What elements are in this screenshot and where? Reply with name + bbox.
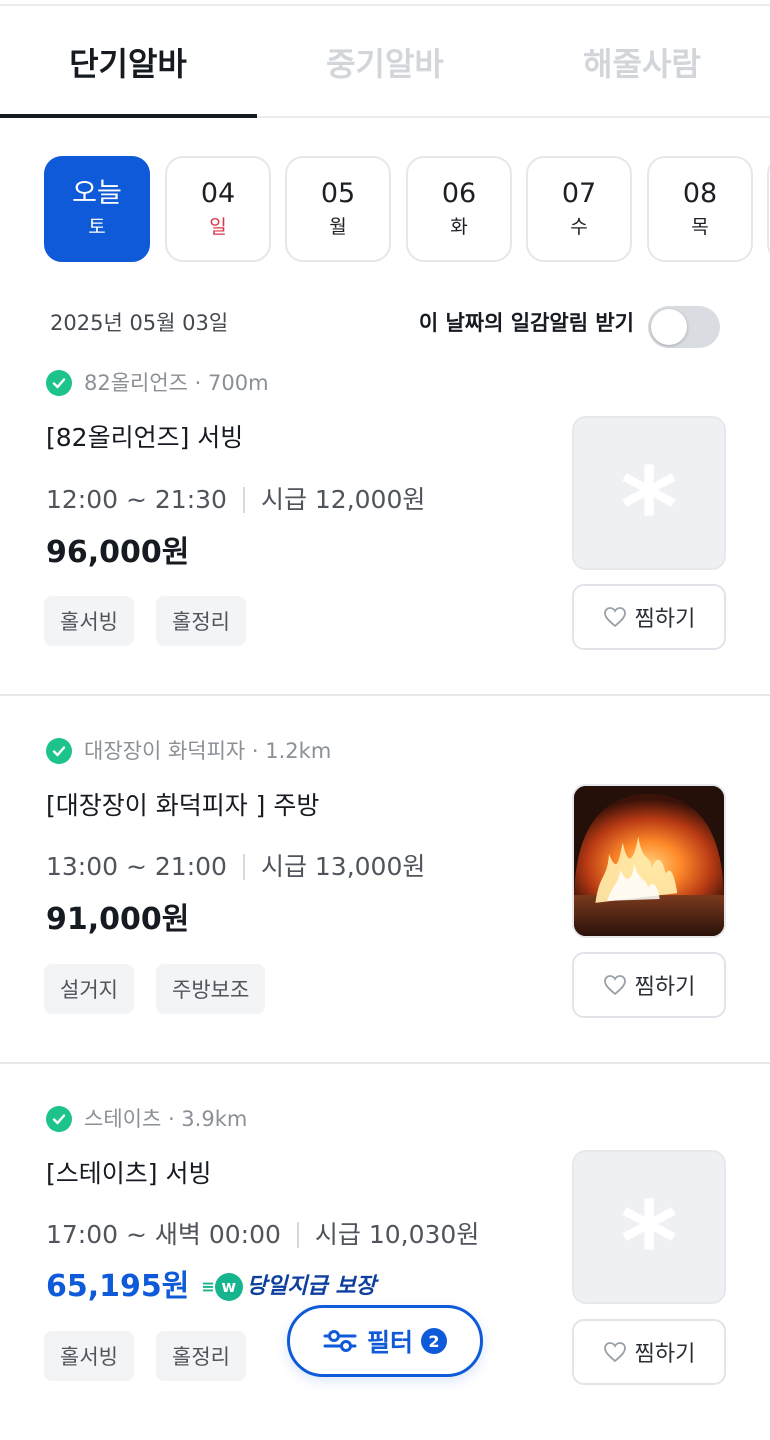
toggle-knob <box>651 309 687 345</box>
divider <box>242 854 245 880</box>
date-chip-day: 05 <box>320 178 356 209</box>
job-total-pay: 65,195원 ≡ w 당일지급 보장 <box>46 1267 376 1307</box>
like-button[interactable]: 찜하기 <box>572 952 726 1018</box>
heart-outline-icon <box>603 1342 626 1363</box>
sliders-icon <box>323 1330 357 1352</box>
active-tab-indicator <box>0 114 257 118</box>
date-chip[interactable]: 06 화 <box>406 156 512 262</box>
company-name-distance: 스테이츠 · 3.9km <box>84 1107 248 1131</box>
verified-check-icon <box>46 1106 72 1132</box>
date-chip-weekday: 월 <box>329 216 347 238</box>
pay-amount: 96,000원 <box>46 535 190 570</box>
job-card[interactable]: 대장장이 화덕피자 · 1.2km [대장장이 화덕피자 ] 주방 13:00 … <box>0 696 770 1064</box>
same-day-pay-label: 당일지급 보장 <box>246 1274 376 1299</box>
date-chip-day: 06 <box>441 178 477 209</box>
verified-check-icon <box>46 370 72 396</box>
job-schedule: 17:00 ~ 새벽 00:00 시급 10,030원 <box>46 1217 479 1253</box>
filter-count-badge: 2 <box>421 1328 447 1354</box>
date-chip-today[interactable]: 오늘 토 <box>44 156 150 262</box>
job-card[interactable]: 스테이츠 · 3.9km [스테이츠] 서빙 17:00 ~ 새벽 00:00 … <box>0 1064 770 1440</box>
asterisk-icon: * <box>620 444 678 570</box>
date-chip[interactable]: 07 수 <box>526 156 632 262</box>
job-tag: 홀서빙 <box>44 596 134 646</box>
job-thumbnail-placeholder: * <box>572 1150 726 1304</box>
job-time: 12:00 ~ 21:30 <box>46 485 227 514</box>
job-type-tabs: 단기알바 중기알바 해줄사람 <box>0 6 770 118</box>
date-chip-weekday: 목 <box>691 216 709 238</box>
pizza-oven-image <box>574 786 724 936</box>
divider <box>296 1222 299 1248</box>
job-company: 82올리언즈 · 700m <box>46 368 269 398</box>
job-company: 대장장이 화덕피자 · 1.2km <box>46 736 331 766</box>
heart-outline-icon <box>603 975 626 996</box>
job-thumbnail-pizza-oven <box>572 784 726 938</box>
job-time: 13:00 ~ 21:00 <box>46 852 227 881</box>
job-wage: 시급 10,030원 <box>314 1220 480 1249</box>
same-day-pay-badge: ≡ w 당일지급 보장 <box>201 1267 376 1307</box>
job-total-pay: 91,000원 <box>46 900 189 940</box>
like-button[interactable]: 찜하기 <box>572 1319 726 1385</box>
job-card[interactable]: 82올리언즈 · 700m [82올리언즈] 서빙 12:00 ~ 21:30 … <box>0 350 770 696</box>
like-label: 찜하기 <box>634 607 696 632</box>
date-alert-label: 이 날짜의 일감알림 받기 <box>418 311 634 335</box>
w-logo-icon: w <box>214 1273 243 1301</box>
like-label: 찜하기 <box>634 975 696 1000</box>
company-name-distance: 대장장이 화덕피자 · 1.2km <box>84 739 332 763</box>
job-time: 17:00 ~ 새벽 00:00 <box>46 1220 281 1249</box>
date-chip-day: 오늘 <box>72 178 122 209</box>
like-button[interactable]: 찜하기 <box>572 584 726 650</box>
job-total-pay: 96,000원 <box>46 533 189 573</box>
date-chip-day: 04 <box>200 178 236 209</box>
job-schedule: 13:00 ~ 21:00 시급 13,000원 <box>46 849 425 885</box>
like-label: 찜하기 <box>634 1342 696 1367</box>
selected-date-label: 2025년 05월 03일 <box>50 311 229 335</box>
job-wage: 시급 13,000원 <box>260 852 426 881</box>
job-tag: 주방보조 <box>156 964 266 1014</box>
date-selector: 오늘 토 04 일 05 월 06 화 07 수 08 목 <box>44 156 770 264</box>
date-chip[interactable]: 05 월 <box>285 156 391 262</box>
pay-amount: 65,195원 <box>46 1269 190 1304</box>
date-chip[interactable]: 04 일 <box>165 156 271 262</box>
filter-button[interactable]: 필터 2 <box>287 1305 483 1377</box>
heart-outline-icon <box>603 607 626 628</box>
job-tag: 홀서빙 <box>44 1331 134 1381</box>
verified-check-icon <box>46 738 72 764</box>
divider <box>242 487 245 513</box>
tab-mid-term[interactable]: 중기알바 <box>257 6 513 118</box>
asterisk-icon: * <box>620 1178 678 1304</box>
job-tag: 설거지 <box>44 964 134 1014</box>
company-name-distance: 82올리언즈 · 700m <box>84 371 269 395</box>
tab-short-term[interactable]: 단기알바 <box>0 6 256 118</box>
date-chip[interactable]: 08 목 <box>647 156 753 262</box>
job-title: [대장장이 화덕피자 ] 주방 <box>46 791 320 820</box>
job-wage: 시급 12,000원 <box>260 485 426 514</box>
job-tag: 홀정리 <box>156 1331 246 1381</box>
job-company: 스테이츠 · 3.9km <box>46 1104 247 1134</box>
job-thumbnail-placeholder: * <box>572 416 726 570</box>
date-chip-day: 07 <box>561 178 597 209</box>
date-chip-weekday: 화 <box>450 216 468 238</box>
pay-amount: 91,000원 <box>46 902 190 937</box>
filter-label: 필터 <box>366 1328 413 1357</box>
job-title: [82올리언즈] 서빙 <box>46 423 244 452</box>
job-tag: 홀정리 <box>156 596 246 646</box>
date-chip-weekday: 일 <box>209 216 227 238</box>
job-schedule: 12:00 ~ 21:30 시급 12,000원 <box>46 482 425 518</box>
job-title: [스테이츠] 서빙 <box>46 1159 212 1188</box>
tab-helper[interactable]: 해줄사람 <box>514 6 770 118</box>
date-chip-weekday: 토 <box>88 216 106 238</box>
date-chip-day: 08 <box>682 178 718 209</box>
speed-lines-icon: ≡ <box>201 1277 214 1296</box>
date-chip-weekday: 수 <box>570 216 588 238</box>
date-alert-toggle[interactable] <box>648 306 720 348</box>
